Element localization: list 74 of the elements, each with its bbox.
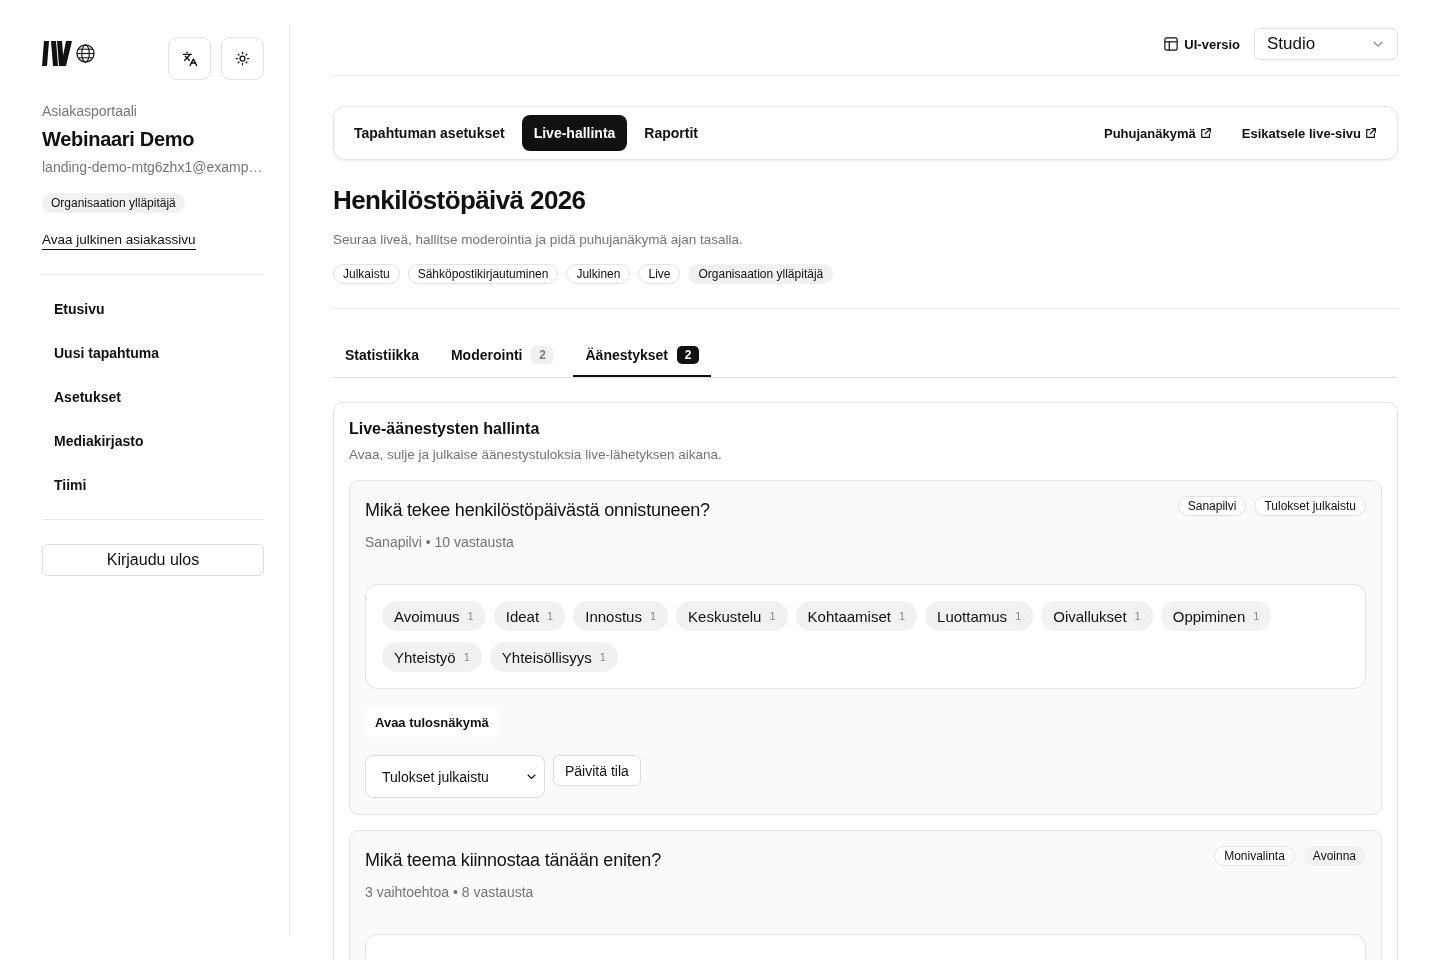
poll-badge: Avoinna (1302, 846, 1366, 866)
update-status-button[interactable]: Päivitä tila (553, 755, 641, 786)
word-count: 1 (467, 610, 474, 622)
word-label: Yhteisöllisyys (501, 648, 592, 666)
word-count: 1 (898, 610, 906, 622)
globe-icon (76, 44, 95, 63)
word-label: Oppiminen (1172, 607, 1246, 625)
word-count: 1 (599, 651, 606, 663)
logo-icon (42, 41, 72, 66)
translate-icon (181, 50, 198, 67)
status-badge: Organisaation ylläpitäjä (688, 264, 834, 284)
sun-icon (235, 51, 250, 66)
page-tab[interactable]: Live-hallinta (521, 115, 628, 151)
panel-description: Avaa, sulje ja julkaise äänestystuloksia live-lähetyksen aikana. (349, 446, 723, 464)
external-link-icon (1365, 127, 1377, 139)
word-label: Ideat (505, 607, 540, 625)
count-badge: 2 (531, 345, 554, 364)
nav-item[interactable]: Uusi tapahtuma (42, 331, 264, 375)
panel-title: Live-äänestysten hallinta (349, 419, 541, 439)
chevron-down-icon (1373, 40, 1383, 48)
portal-label: Asiakasportaali (42, 102, 137, 120)
status-badge: Sähköpostikirjautuminen (407, 264, 559, 284)
external-link[interactable]: Esikatsele live-sivu (1241, 125, 1377, 141)
word-count: 1 (1253, 610, 1260, 622)
word-label: Luottamus (937, 607, 1008, 625)
organization-name: Webinaari Demo (42, 127, 195, 151)
poll-badge: Sanapilvi (1177, 496, 1247, 516)
word-count: 1 (547, 610, 554, 622)
word-count: 1 (649, 610, 657, 622)
section-tab[interactable]: Äänestykset 2 (573, 332, 711, 377)
word-label: Avoimuus (394, 607, 460, 625)
word-count: 1 (463, 651, 470, 663)
word-count: 1 (1015, 610, 1022, 622)
poll-question: Mikä tekee henkilöstöpäivästä onnistuneen? (365, 499, 710, 522)
word-label: Oivallukset (1053, 607, 1127, 625)
language-button[interactable] (168, 37, 211, 80)
word-label: Innostus (585, 607, 642, 625)
nav-item[interactable]: Asetukset (42, 375, 264, 419)
word-label: Yhteistyö (394, 648, 456, 666)
layout-icon (1164, 37, 1179, 51)
status-badge: Live (638, 264, 681, 284)
page-tab[interactable]: Tapahtuman asetukset (342, 115, 517, 151)
page-tab[interactable]: Raportit (632, 115, 711, 151)
public-page-link[interactable]: Avaa julkinen asiakassivu (42, 230, 196, 250)
chevron-down-icon (527, 773, 536, 780)
external-link[interactable]: Puhujanäkymä (1104, 125, 1212, 141)
count-badge: 2 (677, 345, 699, 364)
account-email: landing-demo-mtg6zhx1@examp… (42, 158, 263, 176)
section-tab[interactable]: Statistiikka (333, 332, 431, 377)
word-count: 1 (1134, 610, 1141, 622)
poll-badge: Monivalinta (1214, 846, 1295, 866)
status-badge: Julkaistu (333, 264, 400, 284)
event-description: Seuraa liveä, hallitse moderointia ja pidä puhujanäkymä ajan tasalla. (333, 231, 744, 249)
word-label: Kohtaamiset (807, 607, 891, 625)
section-tab[interactable]: Moderointi 2 (438, 332, 566, 377)
logout-button[interactable]: Kirjaudu ulos (42, 544, 264, 576)
word-label: Keskustelu (688, 607, 762, 625)
theme-button[interactable] (221, 37, 264, 80)
poll-question: Mikä teema kiinnostaa tänään eniten? (365, 849, 661, 872)
ui-version-label: UI-versio (1184, 36, 1240, 52)
nav-item[interactable]: Etusivu (42, 287, 264, 331)
poll-badge: Tulokset julkaistu (1254, 496, 1366, 516)
ui-version-select[interactable]: Studio (1254, 28, 1398, 60)
status-select[interactable]: Tulokset julkaistu (365, 755, 545, 798)
poll-meta: 3 vaihtoehtoa • 8 vastausta (365, 883, 535, 901)
status-badge: Julkinen (566, 264, 631, 284)
word-count: 1 (769, 610, 776, 622)
open-results-button[interactable]: Avaa tulosnäkymä (365, 707, 499, 737)
external-link-icon (1199, 127, 1212, 139)
nav-item[interactable]: Tiimi (42, 463, 264, 507)
poll-meta: Sanapilvi • 10 vastausta (365, 533, 515, 551)
nav-item[interactable]: Mediakirjasto (42, 419, 264, 463)
event-title: Henkilöstöpäivä 2026 (333, 184, 587, 216)
role-badge: Organisaation ylläpitäjä (42, 193, 185, 213)
